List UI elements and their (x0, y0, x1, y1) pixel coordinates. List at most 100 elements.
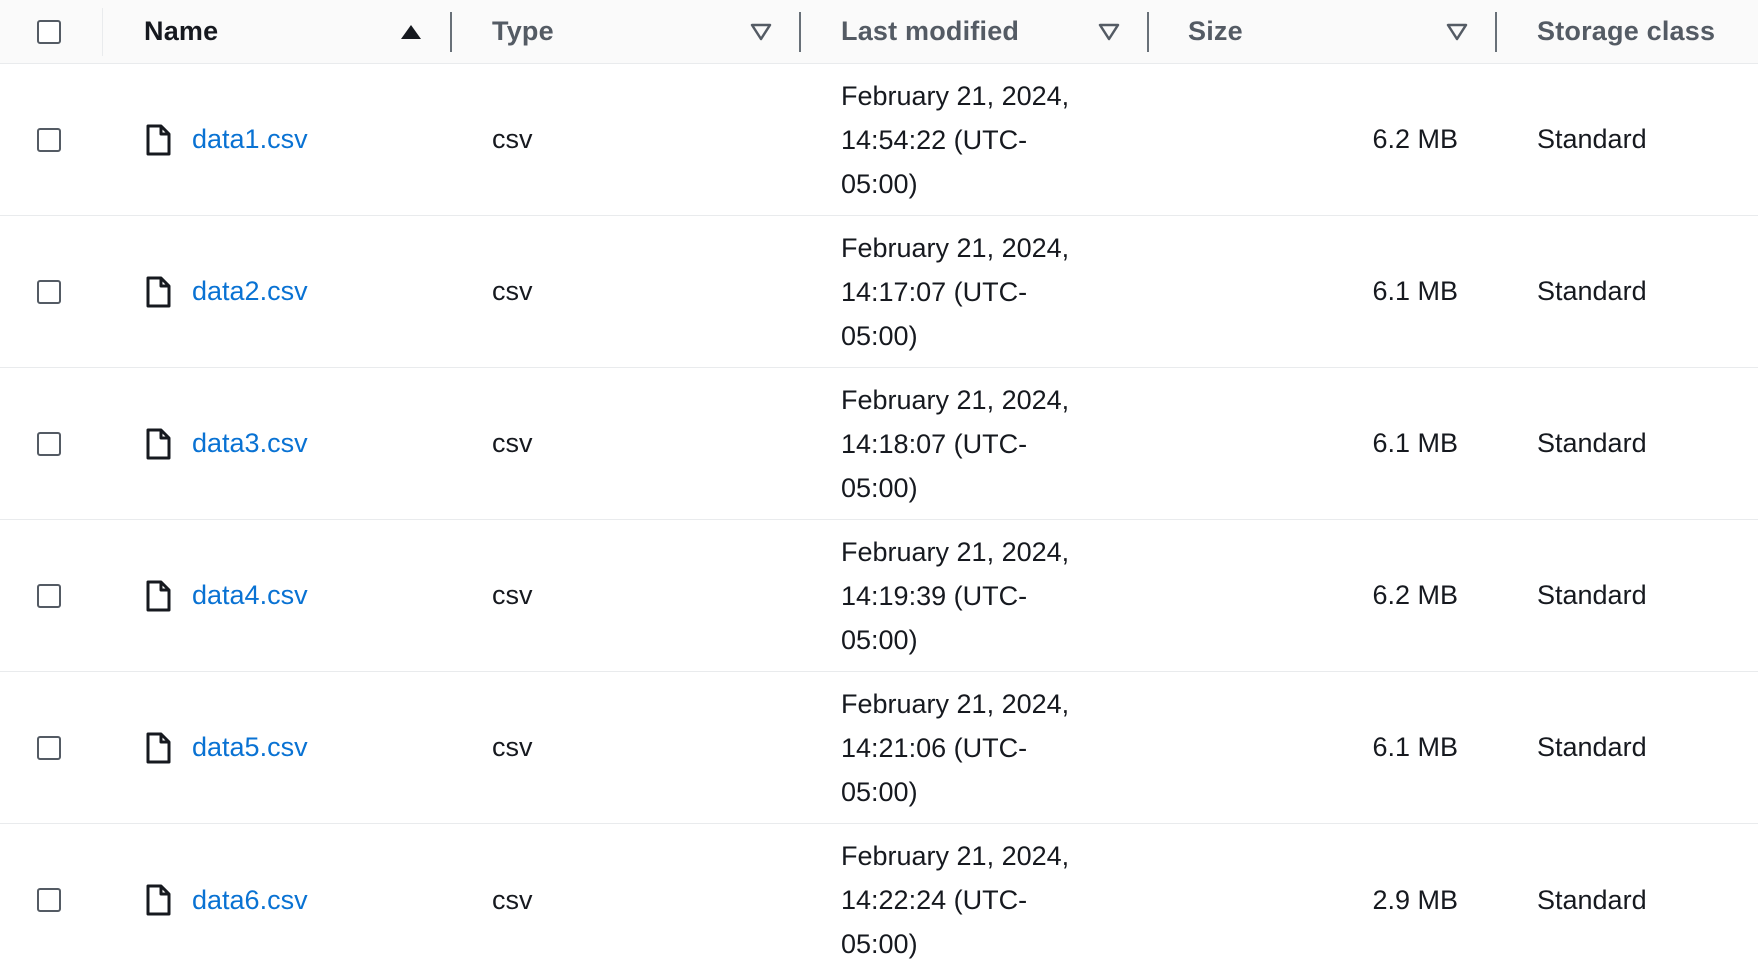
column-resize-handle[interactable] (1495, 12, 1497, 52)
file-type: csv (492, 580, 533, 610)
size-cell: 6.1 MB (1188, 368, 1458, 519)
select-all-cell (37, 0, 77, 63)
file-name-link[interactable]: data1.csv (192, 124, 308, 155)
size-cell: 2.9 MB (1188, 824, 1458, 976)
last-modified-cell: February 21, 2024, 14:17:07 (UTC- 05:00) (841, 216, 1141, 367)
objects-table: Name Type Last modified Size Storage cla… (0, 0, 1758, 976)
header-type[interactable]: Type (492, 0, 792, 63)
last-modified-timezone: 05:00) (841, 776, 918, 807)
row-checkbox[interactable] (37, 127, 61, 152)
size-cell: 6.1 MB (1188, 672, 1458, 823)
name-cell: data1.csv (144, 64, 444, 215)
row-checkbox[interactable] (37, 583, 61, 608)
table-row: data2.csv csv February 21, 2024, 14:17:0… (0, 216, 1758, 368)
storage-class-cell: Standard (1537, 368, 1758, 519)
table-row: data5.csv csv February 21, 2024, 14:21:0… (0, 672, 1758, 824)
file-size: 2.9 MB (1372, 884, 1458, 915)
file-size: 6.1 MB (1372, 276, 1458, 306)
row-checkbox[interactable] (37, 888, 61, 912)
last-modified-value: February 21, 2024, 14:21:06 (UTC- 05:00) (841, 682, 1101, 814)
last-modified-date: February 21, 2024, (841, 688, 1070, 719)
file-name-link[interactable]: data4.csv (192, 580, 308, 611)
type-cell: csv (492, 672, 792, 823)
row-checkbox[interactable] (37, 735, 61, 760)
last-modified-cell: February 21, 2024, 14:21:06 (UTC- 05:00) (841, 672, 1141, 823)
sort-toggle-icon[interactable] (1446, 0, 1468, 64)
last-modified-cell: February 21, 2024, 14:22:24 (UTC- 05:00) (841, 824, 1141, 976)
file-icon (144, 276, 172, 308)
last-modified-value: February 21, 2024, 14:17:07 (UTC- 05:00) (841, 226, 1101, 358)
name-cell: data4.csv (144, 520, 444, 671)
row-select-cell (37, 520, 77, 671)
size-cell: 6.1 MB (1188, 216, 1458, 367)
table-row: data6.csv csv February 21, 2024, 14:22:2… (0, 824, 1758, 976)
sort-ascending-icon[interactable] (400, 0, 422, 64)
column-resize-handle[interactable] (799, 12, 801, 52)
file-name-link[interactable]: data6.csv (192, 885, 308, 916)
table-row: data1.csv csv February 21, 2024, 14:54:2… (0, 64, 1758, 216)
file-type: csv (492, 884, 533, 915)
name-cell: data5.csv (144, 672, 444, 823)
row-checkbox[interactable] (37, 279, 61, 304)
last-modified-time: 14:19:39 (UTC- (841, 580, 1028, 611)
row-select-cell (37, 672, 77, 823)
storage-class: Standard (1537, 124, 1647, 154)
row-checkbox[interactable] (37, 431, 61, 456)
header-name[interactable]: Name (144, 0, 444, 63)
storage-class-cell: Standard (1537, 64, 1758, 215)
last-modified-time: 14:22:24 (UTC- (841, 885, 1028, 915)
type-cell: csv (492, 824, 792, 976)
storage-class-cell: Standard (1537, 672, 1758, 823)
file-name-link[interactable]: data3.csv (192, 428, 308, 459)
file-size: 6.1 MB (1372, 732, 1458, 762)
type-cell: csv (492, 64, 792, 215)
column-resize-handle[interactable] (1147, 12, 1149, 52)
column-resize-handle[interactable] (450, 12, 452, 52)
header-storage-class-label: Storage class (1537, 16, 1716, 46)
last-modified-value: February 21, 2024, 14:54:22 (UTC- 05:00) (841, 74, 1101, 206)
header-size[interactable]: Size (1188, 0, 1388, 63)
last-modified-cell: February 21, 2024, 14:19:39 (UTC- 05:00) (841, 520, 1141, 671)
file-type: csv (492, 276, 533, 306)
header-size-label: Size (1188, 16, 1243, 46)
sort-toggle-icon[interactable] (750, 0, 772, 64)
file-name-link[interactable]: data2.csv (192, 276, 308, 307)
last-modified-timezone: 05:00) (841, 472, 918, 503)
file-type: csv (492, 124, 533, 154)
last-modified-cell: February 21, 2024, 14:54:22 (UTC- 05:00) (841, 64, 1141, 215)
storage-class: Standard (1537, 580, 1647, 610)
table-header: Name Type Last modified Size Storage cla… (0, 0, 1758, 64)
last-modified-timezone: 05:00) (841, 929, 918, 959)
select-all-checkbox[interactable] (37, 19, 61, 44)
storage-class: Standard (1537, 732, 1647, 762)
last-modified-time: 14:54:22 (UTC- (841, 124, 1028, 155)
last-modified-cell: February 21, 2024, 14:18:07 (UTC- 05:00) (841, 368, 1141, 519)
row-select-cell (37, 216, 77, 367)
last-modified-time: 14:21:06 (UTC- (841, 732, 1028, 763)
storage-class: Standard (1537, 884, 1647, 915)
table-row: data3.csv csv February 21, 2024, 14:18:0… (0, 368, 1758, 520)
last-modified-timezone: 05:00) (841, 168, 918, 199)
row-select-cell (37, 368, 77, 519)
file-size: 6.1 MB (1372, 428, 1458, 458)
name-cell: data2.csv (144, 216, 444, 367)
header-storage-class[interactable]: Storage class (1537, 0, 1758, 63)
storage-class: Standard (1537, 276, 1647, 306)
type-cell: csv (492, 216, 792, 367)
sort-toggle-icon[interactable] (1098, 0, 1120, 64)
header-last-modified[interactable]: Last modified (841, 0, 1141, 63)
last-modified-time: 14:18:07 (UTC- (841, 428, 1028, 459)
file-icon (144, 124, 172, 156)
row-select-cell (37, 824, 77, 976)
table-row: data4.csv csv February 21, 2024, 14:19:3… (0, 520, 1758, 672)
last-modified-value: February 21, 2024, 14:18:07 (UTC- 05:00) (841, 378, 1101, 510)
name-cell: data6.csv (144, 824, 444, 976)
type-cell: csv (492, 368, 792, 519)
last-modified-date: February 21, 2024, (841, 841, 1070, 871)
file-name-link[interactable]: data5.csv (192, 732, 308, 763)
last-modified-date: February 21, 2024, (841, 80, 1070, 111)
file-icon (144, 884, 172, 916)
last-modified-timezone: 05:00) (841, 320, 918, 351)
type-cell: csv (492, 520, 792, 671)
storage-class-cell: Standard (1537, 216, 1758, 367)
